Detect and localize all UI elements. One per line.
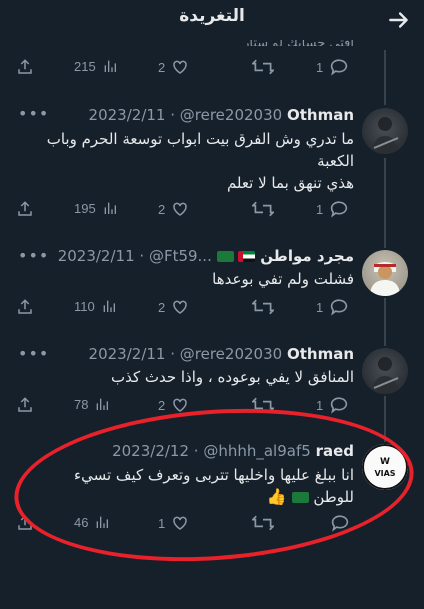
retweet-button[interactable] (252, 58, 274, 76)
more-options-icon[interactable]: ••• (18, 246, 49, 265)
like-button[interactable]: 2 (152, 396, 189, 414)
user-handle[interactable]: @Ft59... (149, 247, 212, 265)
views-icon (104, 202, 116, 214)
retweet-button[interactable] (252, 298, 274, 316)
tweet-header: 2023/2/11 · @Ft59... مجرد مواطن (57, 247, 354, 265)
reply-button[interactable]: 1 (310, 58, 349, 76)
heart-icon (173, 202, 187, 216)
replies-count: 1 (316, 299, 324, 315)
reply-icon (331, 299, 348, 316)
like-button[interactable]: 2 (152, 298, 189, 316)
reply-button[interactable]: 1 (310, 396, 349, 414)
replies-count: 1 (316, 201, 324, 217)
more-options-icon[interactable]: ••• (18, 104, 49, 123)
views-icon (104, 60, 116, 72)
avatar[interactable] (362, 250, 408, 296)
tweet-date: 2023/2/11 (57, 247, 135, 265)
saudi-flag-icon (216, 251, 234, 262)
share-icon (18, 201, 32, 216)
views-icon (97, 398, 109, 410)
tweet-date: 2023/2/11 (88, 345, 166, 363)
tweet-header: 2023/2/11 · @rere202030 Othman (88, 345, 354, 363)
user-handle[interactable]: @rere202030 (180, 106, 282, 124)
views-button[interactable]: 195 (68, 200, 118, 216)
tweet-date: 2023/2/11 (88, 106, 166, 124)
views-icon (103, 300, 115, 312)
views-count: 110 (74, 298, 95, 314)
tweet-header: 2023/2/11 · @rere202030 Othman (88, 106, 354, 124)
likes-count: 2 (158, 299, 166, 315)
heart-icon (173, 300, 187, 314)
likes-count: 2 (158, 59, 166, 75)
heart-icon (173, 60, 187, 74)
user-name[interactable]: Othman (287, 345, 354, 363)
share-button[interactable] (16, 298, 34, 316)
reply-icon (331, 201, 348, 218)
views-count: 215 (74, 58, 96, 74)
tweet-actions: 110 2 1 (0, 298, 424, 320)
user-name[interactable]: مجرد مواطن (260, 247, 354, 265)
user-handle[interactable]: @rere202030 (180, 345, 282, 363)
views-count: 195 (74, 200, 96, 216)
page-title: التغريدة (179, 6, 245, 26)
like-button[interactable]: 2 (152, 58, 189, 76)
likes-count: 2 (158, 397, 166, 413)
more-options-icon[interactable]: ••• (18, 344, 49, 363)
reply-button[interactable]: 1 (310, 200, 349, 218)
share-button[interactable] (16, 58, 34, 76)
reply-icon (331, 59, 348, 76)
top-bar: التغريدة (0, 0, 424, 40)
like-button[interactable]: 2 (152, 200, 189, 218)
share-icon (18, 397, 32, 412)
views-button[interactable]: 215 (68, 58, 118, 74)
retweet-icon (252, 299, 274, 315)
tweet-text: ما تدري وش الفرق بيت ابواب توسعة الحرم و… (46, 130, 354, 192)
share-icon (18, 59, 32, 74)
tweet-text: المنافق لا يفي بوعوده ، واذا حدث كذب (110, 368, 354, 386)
views-button[interactable]: 110 (68, 298, 117, 314)
replies-count: 1 (316, 59, 324, 75)
avatar[interactable] (362, 108, 408, 154)
share-button[interactable] (16, 200, 34, 218)
uae-flag-icon (238, 251, 256, 262)
share-button[interactable] (16, 396, 34, 414)
tweet-actions: 215 2 1 (0, 58, 424, 80)
reply-button[interactable]: 1 (310, 298, 349, 316)
likes-count: 2 (158, 201, 166, 217)
avatar[interactable] (362, 348, 408, 394)
replies-count: 1 (316, 397, 324, 413)
retweet-button[interactable] (252, 200, 274, 218)
share-icon (18, 299, 32, 314)
arrow-right-icon[interactable] (386, 7, 412, 33)
red-annotation-circle (9, 396, 419, 574)
reply-icon (331, 397, 348, 414)
views-button[interactable]: 78 (68, 396, 110, 412)
retweet-icon (252, 201, 274, 217)
retweet-icon (252, 59, 274, 75)
views-count: 78 (74, 396, 89, 412)
tweet-actions: 195 2 1 (0, 200, 424, 222)
tweet-text: فشلت ولم تفي بوعدها (212, 270, 354, 288)
user-name[interactable]: Othman (287, 106, 354, 124)
